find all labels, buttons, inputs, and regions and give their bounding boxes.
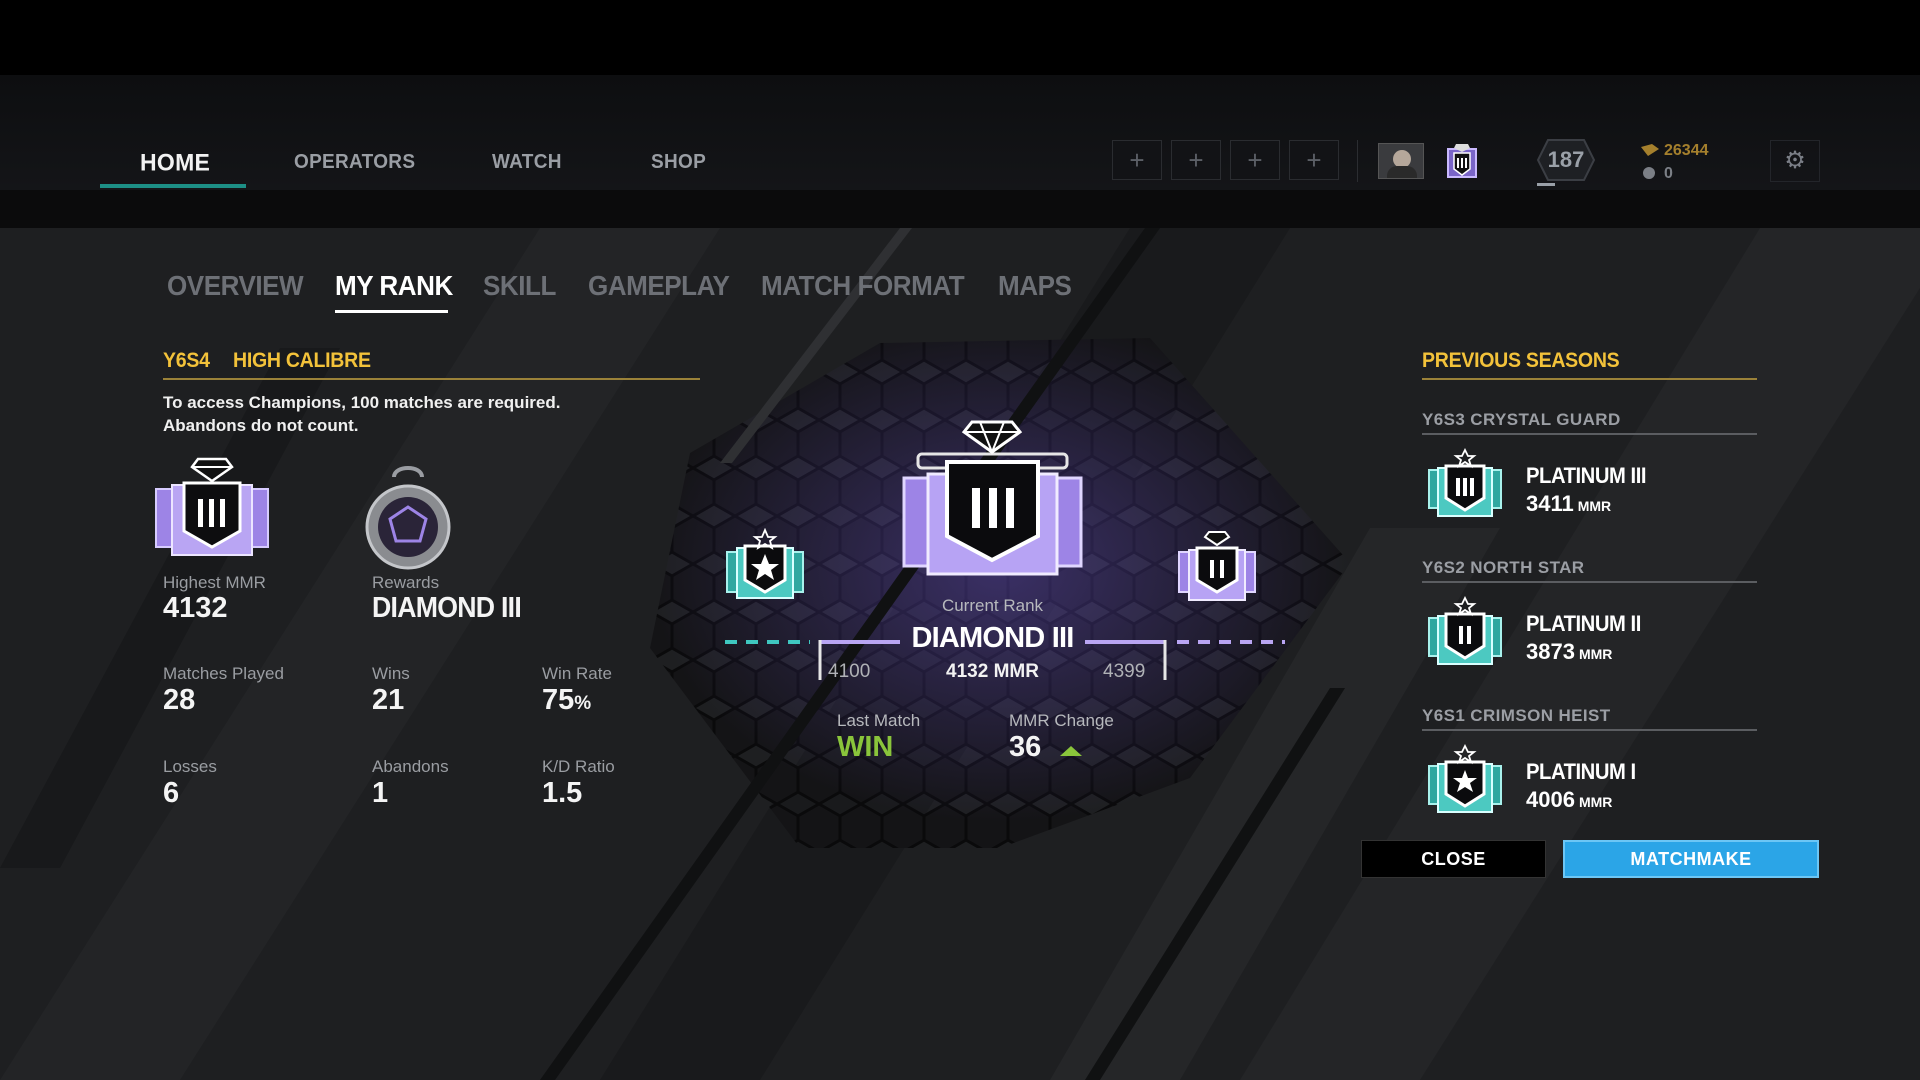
last-match-label: Last Match <box>837 711 921 730</box>
highest-mmr-value: 4132 <box>163 592 228 624</box>
current-rank-label: Current Rank <box>941 596 1044 615</box>
mmr-up-arrow-icon <box>1060 746 1082 756</box>
credits-value: 0 <box>1664 165 1673 182</box>
party-invite-slot[interactable]: + <box>1171 140 1221 180</box>
tab-maps[interactable]: MAPS <box>998 270 1072 302</box>
party-invite-slot[interactable]: + <box>1289 140 1339 180</box>
previous-season-name: Y6S3 CRYSTAL GUARD <box>1422 410 1621 429</box>
credits-balance: 0 <box>1640 165 1673 183</box>
level-progress <box>1537 183 1555 186</box>
win-rate-number: 75 <box>542 684 575 716</box>
mmr-unit: MMR <box>1578 646 1613 662</box>
nav-rank-icon[interactable] <box>1440 141 1484 181</box>
nav-bar <box>0 75 1920 190</box>
current-mmr: 4132 MMR <box>946 661 1039 682</box>
win-rate-value: 75% <box>542 684 591 717</box>
diamond-rank-icon <box>155 457 269 556</box>
current-rank-diamond-icon <box>902 420 1083 576</box>
kd-ratio-value: 1.5 <box>542 777 583 809</box>
nav-home[interactable]: HOME <box>140 148 210 176</box>
top-band <box>0 0 1920 75</box>
mmr-number: 4006 <box>1526 787 1575 812</box>
tab-my-rank[interactable]: MY RANK <box>335 270 453 302</box>
previous-season-rank: PLATINUM I <box>1526 759 1636 784</box>
party-invite-slot[interactable]: + <box>1112 140 1162 180</box>
previous-season-rank: PLATINUM II <box>1526 611 1641 636</box>
next-rank-diamond-icon <box>1178 531 1256 601</box>
renown-icon <box>1641 144 1659 156</box>
nav-shop[interactable]: SHOP <box>651 151 706 174</box>
tab-active-indicator <box>335 310 448 313</box>
player-avatar[interactable] <box>1378 143 1424 179</box>
matches-played-value: 28 <box>163 684 196 716</box>
losses-label: Losses <box>163 757 217 776</box>
previous-season-name: Y6S2 NORTH STAR <box>1422 558 1585 577</box>
rewards-label: Rewards <box>372 573 440 592</box>
mmr-number: 3411 <box>1526 491 1574 516</box>
rank-min-mmr: 4100 <box>828 661 871 682</box>
mmr-change-label: MMR Change <box>1009 711 1114 730</box>
nav-divider <box>1357 140 1358 182</box>
platinum-rank-icon <box>1428 448 1502 517</box>
previous-season-mmr: 3411 MMR <box>1526 491 1611 517</box>
player-level: 187 <box>1547 147 1585 172</box>
last-match-result: WIN <box>837 731 894 763</box>
tab-overview[interactable]: OVERVIEW <box>167 270 304 302</box>
mmr-number: 3873 <box>1526 639 1575 664</box>
season-divider <box>1422 433 1757 435</box>
mmr-unit: MMR <box>1578 794 1613 810</box>
season-divider <box>1422 581 1757 583</box>
platinum-rank-icon <box>1428 596 1502 665</box>
note-line: Abandons do not count. <box>163 416 359 435</box>
renown-balance: 26344 <box>1640 142 1709 160</box>
matches-played-label: Matches Played <box>163 664 284 683</box>
previous-season-rank: PLATINUM III <box>1526 463 1647 488</box>
section-divider <box>163 378 700 380</box>
wins-value: 21 <box>372 684 405 716</box>
season-id: Y6S4 <box>163 349 210 372</box>
tab-match-format[interactable]: MATCH FORMAT <box>761 270 965 302</box>
mmr-unit: MMR <box>1577 498 1612 514</box>
previous-rank-platinum-icon <box>726 528 804 599</box>
close-button[interactable]: CLOSE <box>1361 840 1546 878</box>
losses-value: 6 <box>163 777 180 809</box>
nav-operators[interactable]: OPERATORS <box>294 151 415 174</box>
win-rate-unit: % <box>574 693 592 714</box>
nav-watch[interactable]: WATCH <box>492 151 562 174</box>
tab-gameplay[interactable]: GAMEPLAY <box>588 270 730 302</box>
charm-reward-icon <box>365 466 451 570</box>
settings-button[interactable]: ⚙ <box>1770 140 1820 182</box>
gear-icon: ⚙ <box>1784 147 1806 174</box>
matchmake-button[interactable]: MATCHMAKE <box>1563 840 1819 878</box>
party-invite-slot[interactable]: + <box>1230 140 1280 180</box>
platinum-rank-icon <box>1428 744 1502 813</box>
win-rate-label: Win Rate <box>542 664 612 683</box>
note-line: To access Champions, 100 matches are req… <box>163 393 561 412</box>
highest-mmr-label: Highest MMR <box>163 573 266 592</box>
previous-seasons-title: PREVIOUS SEASONS <box>1422 349 1620 372</box>
rank-max-mmr: 4399 <box>1103 661 1146 682</box>
nav-active-indicator <box>100 184 246 188</box>
champions-note: To access Champions, 100 matches are req… <box>163 391 683 437</box>
season-divider <box>1422 729 1757 731</box>
abandons-value: 1 <box>372 777 389 809</box>
section-divider <box>1422 378 1757 380</box>
abandons-label: Abandons <box>372 757 449 776</box>
wins-label: Wins <box>372 664 410 683</box>
mmr-change-value: 36 <box>1009 731 1042 763</box>
tab-skill[interactable]: SKILL <box>483 270 556 302</box>
previous-season-mmr: 4006 MMR <box>1526 787 1612 813</box>
season-name: HIGH CALIBRE <box>233 349 371 372</box>
r6-credits-icon <box>1643 167 1655 179</box>
rewards-value: DIAMOND III <box>372 592 522 624</box>
previous-season-mmr: 3873 MMR <box>1526 639 1612 665</box>
kd-ratio-label: K/D Ratio <box>542 757 615 776</box>
renown-value: 26344 <box>1664 142 1709 159</box>
previous-season-name: Y6S1 CRIMSON HEIST <box>1422 706 1611 725</box>
